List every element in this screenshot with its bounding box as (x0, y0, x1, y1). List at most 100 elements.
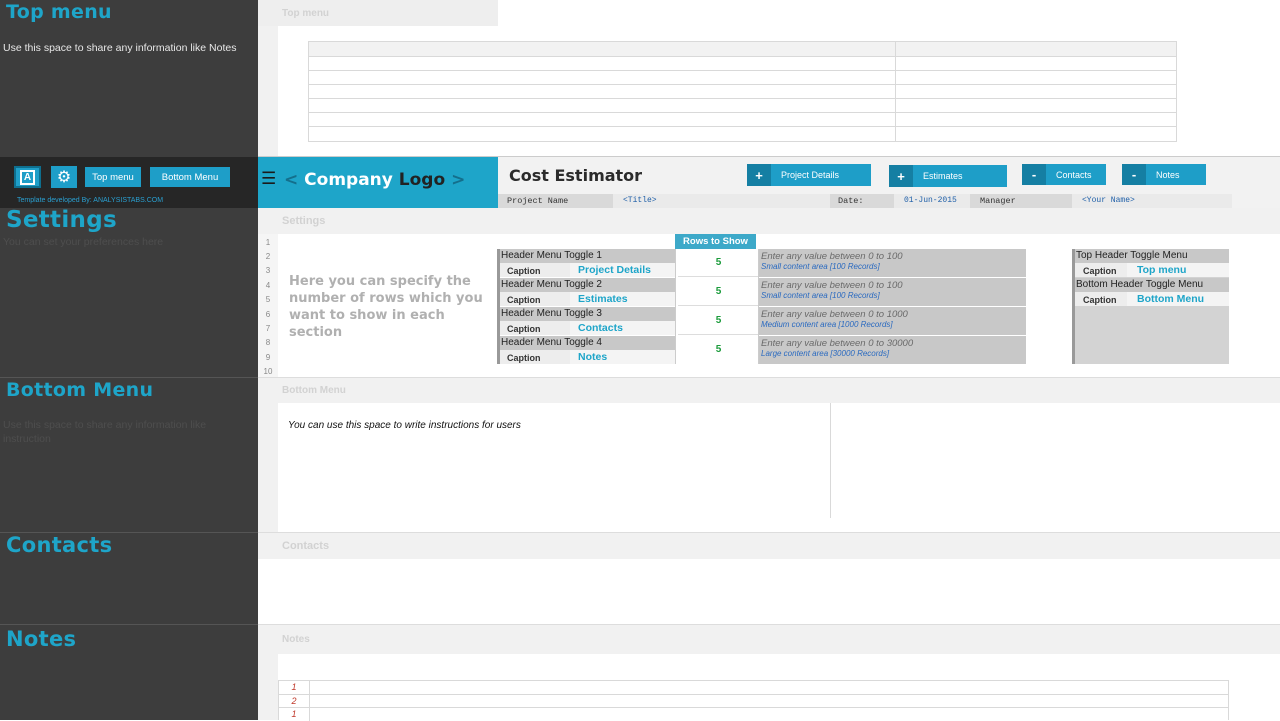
estimates-toggle-button[interactable]: + Estimates (889, 165, 1007, 187)
caption-input[interactable]: Project Details (570, 263, 675, 277)
template-credit: Template developed By: ANALYSISTABS.COM (17, 197, 164, 204)
manager-label: Manager (970, 194, 1072, 208)
project-name-label: Project Name (498, 194, 613, 208)
top-menu-caption-input[interactable]: Top menu (1127, 263, 1229, 277)
row-number: 6 (265, 310, 271, 319)
hint-text: Enter any value between 0 to 30000 (761, 338, 914, 349)
caption-input[interactable]: Notes (570, 350, 675, 364)
rows-value-input[interactable]: 5 (678, 307, 759, 335)
settings-section-title: Settings (6, 207, 117, 233)
contacts-toggle-button[interactable]: - Contacts (1022, 164, 1106, 185)
table-header-row (309, 42, 1176, 56)
row-number: 7 (265, 324, 271, 333)
hint-cell: Enter any value between 0 to 30000 Large… (759, 336, 1026, 364)
rows-value-input[interactable]: 5 (678, 249, 759, 277)
hint-cell: Enter any value between 0 to 100 Small c… (759, 249, 1026, 277)
row-number: 4 (265, 281, 271, 290)
rows-value-input[interactable]: 5 (678, 278, 759, 306)
hint-subtext: Small content area [100 Records] (761, 291, 880, 300)
top-menu-button[interactable]: Top menu (85, 167, 141, 187)
caption-input[interactable]: Contacts (570, 321, 675, 335)
row-number: 1 (265, 238, 271, 247)
top-toggle-name: Top Header Toggle Menu (1075, 249, 1229, 263)
row-number: 2 (265, 252, 271, 261)
settings-band (258, 208, 1280, 234)
rows-value-input[interactable]: 5 (678, 336, 759, 364)
app-title: Cost Estimator (509, 166, 643, 185)
left-panel (0, 0, 258, 720)
rows-to-show-header: Rows to Show (675, 234, 756, 249)
bottom-toggle-name: Bottom Header Toggle Menu (1075, 278, 1229, 292)
top-menu-section-note: Use this space to share any information … (3, 42, 237, 54)
bottom-menu-caption-input[interactable]: Bottom Menu (1127, 292, 1229, 306)
bottom-menu-divider (830, 403, 831, 518)
project-name-field[interactable]: <Title> (613, 194, 830, 208)
notes-table: 1 2 1 (278, 680, 1229, 721)
hint-cell: Enter any value between 0 to 1000 Medium… (759, 307, 1026, 335)
bottom-menu-section-note: Use this space to share any information … (3, 419, 207, 445)
notes-row-number: 1 (291, 709, 297, 719)
rows-column-border (758, 249, 759, 364)
project-details-toggle-button[interactable]: + Project Details (747, 164, 871, 186)
contacts-section-title: Contacts (6, 533, 113, 557)
settings-row-numbers: 1 2 3 4 5 6 7 8 9 10 (258, 234, 278, 377)
rows-column-border (675, 249, 676, 364)
top-menu-band-label: Top menu (282, 8, 330, 19)
plus-icon: + (889, 165, 913, 187)
notes-side-strip (258, 654, 278, 720)
hint-subtext: Large content area [30000 Records] (761, 349, 890, 358)
bottom-menu-side-strip (258, 403, 278, 532)
divider (0, 377, 258, 378)
hint-text: Enter any value between 0 to 100 (761, 280, 903, 291)
toggle-name: Header Menu Toggle 3 (500, 307, 675, 321)
date-label: Date: (830, 194, 894, 208)
contacts-band (258, 532, 1280, 559)
logo-company-text: Company (304, 170, 393, 190)
date-field[interactable]: 01-Jun-2015 (894, 194, 970, 208)
settings-gear-button[interactable]: ⚙ (51, 166, 77, 188)
button-label: Project Details (781, 170, 840, 180)
notes-row-number: 2 (291, 696, 297, 706)
header-toggle-table: Top Header Toggle Menu Caption Top menu … (1072, 249, 1229, 364)
button-label: Estimates (923, 171, 963, 181)
toggle-name: Header Menu Toggle 4 (500, 336, 675, 350)
hamburger-icon[interactable]: ☰ (261, 171, 276, 188)
hint-text: Enter any value between 0 to 1000 (761, 309, 908, 320)
notes-toggle-button[interactable]: - Notes (1122, 164, 1206, 185)
logo-bracket-right: > (451, 170, 466, 190)
logo-logo-text: Logo (398, 170, 446, 190)
manager-field[interactable]: <Your Name> (1072, 194, 1232, 208)
notes-section-title: Notes (6, 627, 77, 651)
caption-label: Caption (500, 321, 570, 335)
top-menu-content-area (258, 26, 278, 156)
row-number: 10 (263, 367, 273, 376)
minus-icon: - (1022, 164, 1046, 185)
row-number: 5 (265, 295, 271, 304)
app-icon: A (20, 169, 35, 185)
top-menu-section-title: Top menu (6, 1, 112, 23)
bottom-menu-instructions: You can use this space to write instruct… (288, 420, 521, 431)
bottom-menu-section-title: Bottom Menu (6, 379, 154, 401)
caption-label: Caption (500, 292, 570, 306)
logo-bracket-left: < (284, 170, 299, 190)
settings-band-label: Settings (282, 215, 326, 227)
contacts-band-label: Contacts (282, 540, 330, 552)
toggle-name: Header Menu Toggle 1 (500, 249, 675, 263)
row-number: 8 (265, 338, 271, 347)
button-label: Contacts (1056, 169, 1092, 180)
notes-row-number: 1 (291, 682, 297, 692)
top-menu-table (308, 41, 1177, 142)
bottom-menu-band-label: Bottom Menu (282, 385, 346, 396)
hint-subtext: Medium content area [1000 Records] (761, 320, 893, 329)
notes-band-label: Notes (282, 634, 310, 645)
settings-intro-text: Here you can specify the number of rows … (289, 274, 483, 340)
caption-input[interactable]: Estimates (570, 292, 675, 306)
minus-icon: - (1122, 164, 1146, 185)
gear-icon: ⚙ (56, 167, 72, 186)
button-label: Notes (1156, 169, 1180, 180)
bottom-menu-button[interactable]: Bottom Menu (150, 167, 230, 187)
app-icon-button[interactable]: A (14, 166, 41, 188)
hint-text: Enter any value between 0 to 100 (761, 251, 903, 262)
row-number: 3 (265, 266, 271, 275)
toggle-table: Header Menu Toggle 1 Caption Project Det… (497, 249, 1026, 364)
